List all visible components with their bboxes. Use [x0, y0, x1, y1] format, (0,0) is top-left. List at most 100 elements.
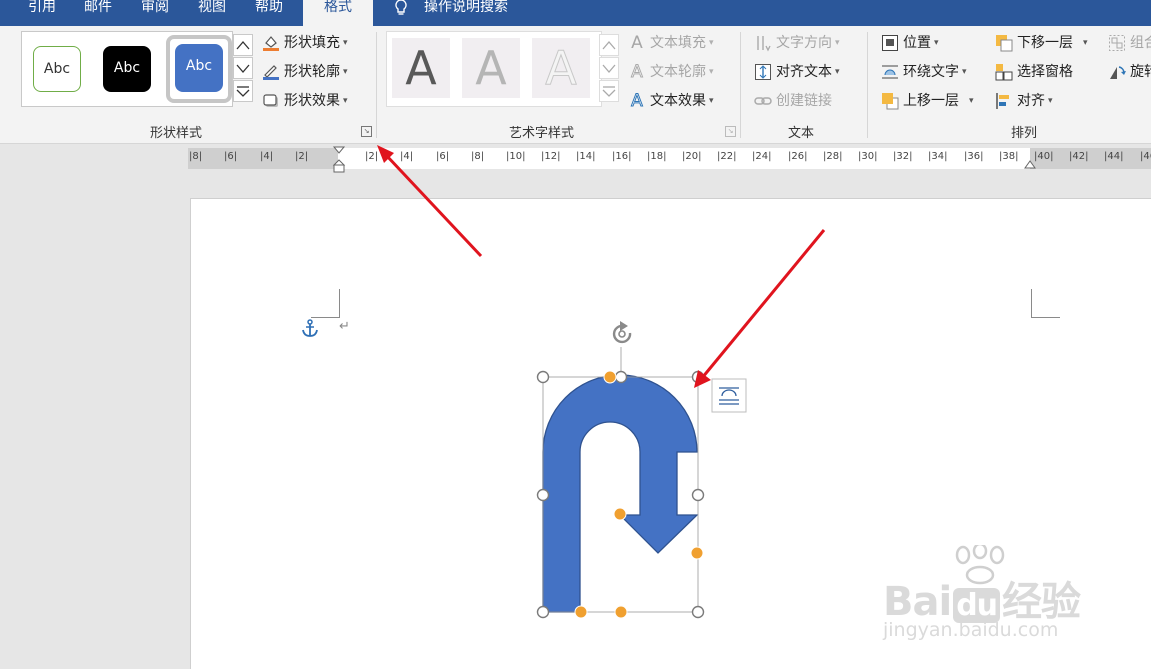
adjust-handle — [574, 605, 588, 619]
gallery-down-button[interactable] — [233, 57, 253, 79]
tab-mailings[interactable]: 邮件 — [84, 0, 112, 26]
tell-me-search[interactable]: 操作说明搜索 — [424, 0, 508, 26]
wordart-styles-dialog-launcher[interactable]: ↘ — [725, 126, 736, 137]
shape-style-outline-green[interactable]: Abc — [33, 46, 81, 92]
shape-style-black[interactable]: Abc — [103, 46, 151, 92]
ribbon: Abc Abc Abc 形状填充▾ 形状轮廓▾ 形状效果▾ 形状样式 ↘ — [0, 26, 1151, 144]
wordart-style-dark[interactable]: A — [392, 38, 450, 98]
ruler-tick-label: |30| — [858, 151, 878, 162]
position-button[interactable]: 位置 ▾ — [881, 32, 939, 54]
selection-pane-icon — [995, 63, 1013, 81]
dropdown-caret-icon: ▾ — [969, 96, 974, 106]
wordart-gallery-down-button[interactable] — [599, 57, 619, 79]
text-direction-button[interactable]: 文字方向 ▾ — [754, 32, 840, 54]
adjust-handle — [690, 546, 704, 560]
group-divider — [376, 32, 377, 138]
ruler-tick-label: |24| — [752, 151, 772, 162]
dropdown-caret-icon: ▾ — [709, 96, 714, 106]
rotate-label: 旋转 — [1130, 64, 1151, 80]
bring-forward-button[interactable]: 上移一层 ▾ — [881, 90, 974, 112]
lightbulb-icon — [395, 0, 407, 15]
dropdown-caret-icon: ▾ — [709, 67, 714, 77]
ruler-tick-label: |46| — [1140, 151, 1151, 162]
ruler-tick-label: |4| — [400, 151, 414, 162]
ruler-tick-label: |16| — [612, 151, 632, 162]
dropdown-caret-icon: ▾ — [343, 67, 348, 77]
shape-outline-label: 形状轮廓 — [284, 64, 340, 80]
send-backward-icon — [995, 34, 1013, 52]
shape-style-blue[interactable]: Abc — [175, 44, 223, 92]
shape-styles-dialog-launcher[interactable]: ↘ — [361, 126, 372, 137]
indent-marker-icon[interactable] — [332, 146, 346, 174]
text-outline-button[interactable]: A 文本轮廓 ▾ — [628, 61, 714, 83]
layout-options-icon[interactable] — [711, 378, 747, 413]
tab-view[interactable]: 视图 — [198, 0, 226, 26]
shape-fill-button[interactable]: 形状填充 ▾ — [262, 32, 348, 54]
create-link-button[interactable]: 创建链接 — [754, 90, 832, 112]
right-indent-marker-icon[interactable] — [1024, 160, 1036, 170]
resize-handle — [536, 605, 550, 619]
wordart-gallery-scroll — [599, 34, 619, 103]
text-fill-button[interactable]: A 文本填充 ▾ — [628, 32, 714, 54]
ruler-tick-label: |6| — [224, 151, 238, 162]
selection-pane-button[interactable]: 选择窗格 — [995, 61, 1073, 83]
chevron-up-icon — [236, 41, 250, 50]
group-objects-label: 组合 — [1130, 35, 1151, 51]
shape-outline-button[interactable]: 形状轮廓 ▾ — [262, 61, 348, 83]
chevron-down-icon — [236, 64, 250, 73]
margin-corner-mark — [311, 289, 340, 318]
text-effects-button[interactable]: A 文本效果 ▾ — [628, 90, 714, 112]
shape-effects-button[interactable]: 形状效果 ▾ — [262, 90, 348, 112]
ribbon-tab-bar: 引用 邮件 审阅 视图 帮助 格式 操作说明搜索 — [0, 0, 1151, 26]
send-backward-label: 下移一层 — [1017, 35, 1073, 51]
wrap-text-button[interactable]: 环绕文字 ▾ — [881, 61, 967, 83]
ruler-tick-label: |36| — [964, 151, 984, 162]
ruler-tick-label: |26| — [788, 151, 808, 162]
text-direction-label: 文字方向 — [776, 35, 832, 51]
ruler-tick-label: |6| — [436, 151, 450, 162]
shape-styles-gallery: Abc Abc Abc — [21, 31, 233, 107]
ruler-tick-label: |22| — [717, 151, 737, 162]
shape-gallery-scroll — [233, 34, 253, 103]
resize-handle — [614, 370, 628, 384]
group-objects-button[interactable]: 组合 — [1108, 32, 1151, 54]
tab-format[interactable]: 格式 — [303, 0, 373, 26]
ruler-tick-label: |28| — [823, 151, 843, 162]
ruler-tick-label: |8| — [189, 151, 203, 162]
dropdown-caret-icon: ▾ — [934, 38, 939, 48]
resize-handle — [691, 370, 705, 384]
align-text-icon — [754, 63, 772, 81]
gallery-up-button[interactable] — [233, 34, 253, 56]
group-divider — [867, 32, 868, 138]
adjust-handle — [603, 370, 617, 384]
wordart-styles-gallery: A A A — [386, 31, 602, 107]
ruler-tick-label: |2| — [295, 151, 309, 162]
ruler-tick-label: |34| — [928, 151, 948, 162]
tab-help[interactable]: 帮助 — [255, 0, 283, 26]
align-button[interactable]: 对齐 ▾ — [995, 90, 1053, 112]
align-text-button[interactable]: 对齐文本 ▾ — [754, 61, 840, 83]
wordart-style-outline[interactable]: A — [532, 38, 590, 98]
pen-outline-icon — [262, 63, 280, 81]
tab-review[interactable]: 审阅 — [141, 0, 169, 26]
dropdown-caret-icon: ▾ — [709, 38, 714, 48]
wordart-gallery-more-button[interactable] — [599, 80, 619, 102]
group-divider — [740, 32, 741, 138]
horizontal-ruler[interactable]: |8| |6| |4| |2| |2| |4| |6| |8| |10| |12| |14| |16|… — [188, 146, 1151, 173]
dropdown-caret-icon: ▾ — [835, 38, 840, 48]
position-icon — [881, 34, 899, 52]
wordart-style-gray[interactable]: A — [462, 38, 520, 98]
gallery-more-button[interactable] — [233, 80, 253, 102]
bring-forward-label: 上移一层 — [903, 93, 959, 109]
dropdown-caret-icon: ▾ — [835, 67, 840, 77]
selection-pane-label: 选择窗格 — [1017, 64, 1073, 80]
tab-references[interactable]: 引用 — [28, 0, 56, 26]
send-backward-button[interactable]: 下移一层 ▾ — [995, 32, 1088, 54]
wordart-gallery-up-button[interactable] — [599, 34, 619, 56]
text-outline-label: 文本轮廓 — [650, 64, 706, 80]
rotate-button[interactable]: 旋转 — [1108, 61, 1151, 83]
rotate-icon — [1108, 63, 1126, 81]
dropdown-caret-icon: ▾ — [1083, 38, 1088, 48]
ruler-tick-label: |42| — [1069, 151, 1089, 162]
paragraph-mark: ↵ — [339, 319, 350, 334]
